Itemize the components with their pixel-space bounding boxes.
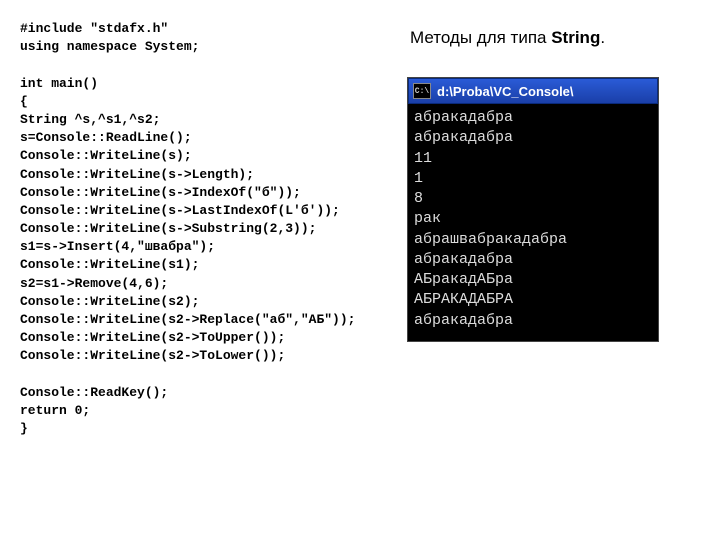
- heading-prefix: Методы для типа: [410, 28, 551, 47]
- heading-bold: String: [551, 28, 600, 47]
- section-heading: Методы для типа String.: [410, 28, 605, 48]
- console-titlebar: C:\ d:\Proba\VC_Console\: [408, 78, 658, 104]
- console-window: C:\ d:\Proba\VC_Console\ абракадабра абр…: [408, 78, 658, 341]
- cmd-icon: C:\: [413, 83, 431, 99]
- console-title-text: d:\Proba\VC_Console\: [437, 84, 574, 99]
- heading-suffix: .: [600, 28, 605, 47]
- console-output: абракадабра абракадабра 11 1 8 рак абраш…: [408, 104, 658, 341]
